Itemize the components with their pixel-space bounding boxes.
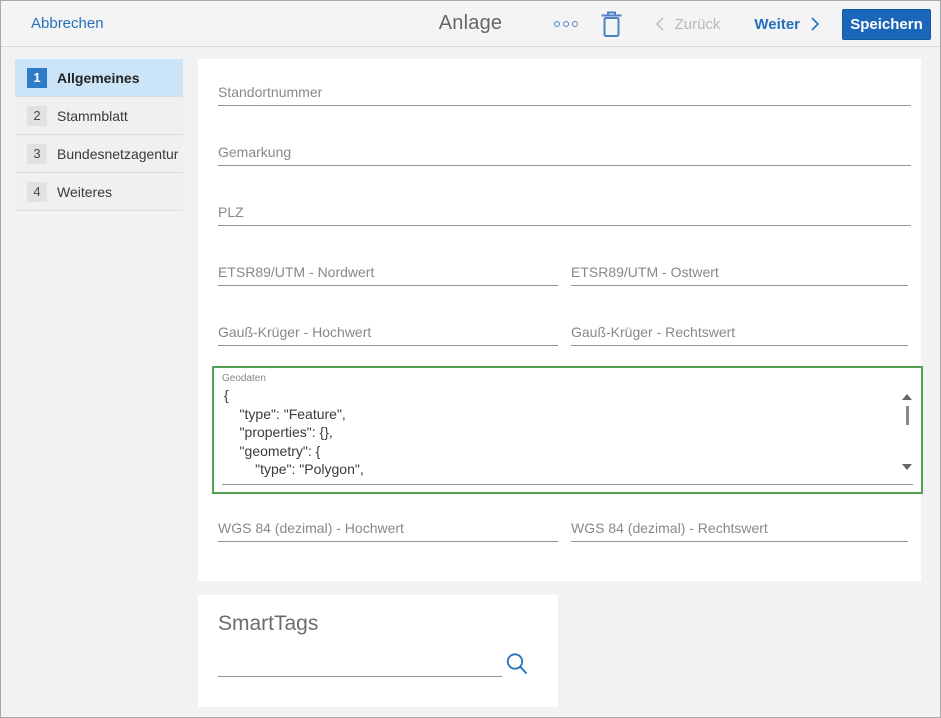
geodaten-value[interactable]: { "type": "Feature", "properties": {}, "… — [214, 386, 921, 479]
standortnummer-field[interactable]: Standortnummer — [218, 78, 911, 106]
page-title: Anlage — [438, 12, 503, 34]
chevron-left-icon — [655, 17, 664, 31]
more-options-icon — [562, 21, 569, 27]
more-options-icon — [571, 21, 578, 27]
more-options-button[interactable] — [550, 15, 582, 33]
gk-hochwert-label: Gauß-Krüger - Hochwert — [218, 324, 372, 340]
back-button-label: Zurück — [674, 15, 721, 33]
plz-label: PLZ — [218, 204, 244, 220]
etsr-nordwert-label: ETSR89/UTM - Nordwert — [218, 264, 375, 280]
save-button[interactable]: Speichern — [842, 8, 931, 40]
gemarkung-field[interactable]: Gemarkung — [218, 138, 911, 166]
sidebar-item-bundesnetzagentur[interactable]: 3 Bundesnetzagentur — [15, 135, 183, 173]
top-bar: Abbrechen Anlage Zurück Weiter Speichern — [1, 1, 940, 47]
search-icon — [506, 653, 528, 675]
smarttags-title: SmartTags — [218, 612, 319, 635]
cancel-button[interactable]: Abbrechen — [31, 15, 104, 32]
etsr-nordwert-field[interactable]: ETSR89/UTM - Nordwert — [218, 258, 558, 286]
sidebar-item-label: Stammblatt — [57, 107, 128, 124]
sidebar-item-allgemeines[interactable]: 1 Allgemeines — [15, 59, 183, 97]
geodaten-editor[interactable]: Geodaten { "type": "Feature", "propertie… — [212, 366, 923, 494]
wgs-hochwert-field[interactable]: WGS 84 (dezimal) - Hochwert — [218, 514, 558, 542]
chevron-right-icon — [811, 17, 820, 31]
geodaten-label: Geodaten — [222, 373, 266, 384]
step-number-badge: 1 — [27, 67, 47, 88]
plz-field[interactable]: PLZ — [218, 198, 911, 226]
standortnummer-label: Standortnummer — [218, 84, 323, 100]
top-bar-actions: Zurück Weiter Speichern — [550, 1, 931, 47]
geodaten-underline — [222, 484, 913, 485]
etsr-ostwert-label: ETSR89/UTM - Ostwert — [571, 264, 719, 280]
smarttags-card: SmartTags — [198, 595, 558, 707]
scroll-up-icon[interactable] — [902, 394, 912, 400]
sidebar-item-label: Bundesnetzagentur — [57, 145, 179, 162]
delete-button[interactable] — [600, 11, 623, 38]
gk-rechtswert-label: Gauß-Krüger - Rechtswert — [571, 324, 736, 340]
scroll-down-icon[interactable] — [902, 464, 912, 470]
smarttags-search-input[interactable] — [218, 653, 502, 677]
trash-icon — [601, 11, 622, 37]
geodaten-scrollbar[interactable] — [899, 392, 913, 470]
gk-hochwert-field[interactable]: Gauß-Krüger - Hochwert — [218, 318, 558, 346]
scrollbar-thumb[interactable] — [906, 406, 909, 425]
sidebar-item-label: Weiteres — [57, 183, 112, 200]
step-sidebar: 1 Allgemeines 2 Stammblatt 3 Bundesnetza… — [15, 59, 183, 211]
step-number-badge: 3 — [27, 143, 47, 164]
step-number-badge: 4 — [27, 181, 47, 202]
gemarkung-label: Gemarkung — [218, 144, 292, 160]
app-window: Abbrechen Anlage Zurück Weiter Speichern… — [0, 0, 941, 718]
smarttags-search-button[interactable] — [504, 651, 530, 677]
more-options-icon — [553, 21, 560, 27]
wgs-hochwert-label: WGS 84 (dezimal) - Hochwert — [218, 520, 404, 536]
wgs-rechtswert-field[interactable]: WGS 84 (dezimal) - Rechtswert — [571, 514, 908, 542]
sidebar-item-label: Allgemeines — [57, 69, 140, 86]
gk-rechtswert-field[interactable]: Gauß-Krüger - Rechtswert — [571, 318, 908, 346]
next-button[interactable]: Weiter — [754, 16, 822, 33]
etsr-ostwert-field[interactable]: ETSR89/UTM - Ostwert — [571, 258, 908, 286]
wgs-rechtswert-label: WGS 84 (dezimal) - Rechtswert — [571, 520, 768, 536]
step-number-badge: 2 — [27, 105, 47, 126]
form-panel: Standortnummer Gemarkung PLZ ETSR89/UTM … — [198, 59, 923, 581]
back-button[interactable]: Zurück — [653, 15, 721, 33]
sidebar-item-weiteres[interactable]: 4 Weiteres — [15, 173, 183, 211]
sidebar-item-stammblatt[interactable]: 2 Stammblatt — [15, 97, 183, 135]
next-button-label: Weiter — [754, 15, 800, 33]
